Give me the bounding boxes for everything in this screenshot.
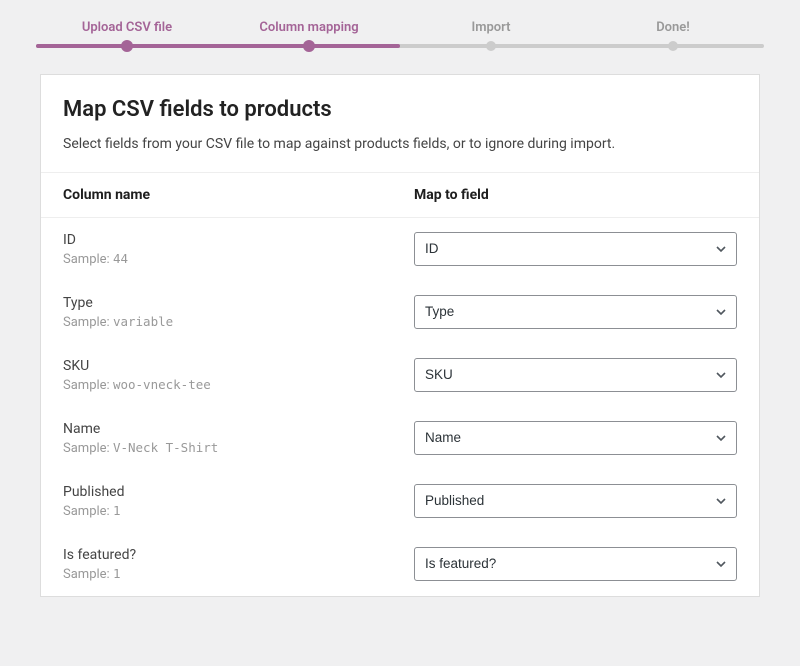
- csv-column-sample: Sample: 1: [63, 503, 414, 519]
- map-to-field-select[interactable]: Published: [414, 484, 737, 518]
- progress-step-node: [486, 41, 496, 51]
- map-to-field-select[interactable]: Name: [414, 421, 737, 455]
- map-to-field-select[interactable]: ID: [414, 232, 737, 266]
- column-header-name: Column name: [63, 187, 414, 203]
- progress-step-node: [303, 40, 315, 52]
- page-title: Map CSV fields to products: [63, 97, 737, 122]
- mapping-row: IDSample: 44ID: [41, 218, 759, 281]
- mapping-card: Map CSV fields to products Select fields…: [40, 74, 760, 597]
- csv-column-sample: Sample: 1: [63, 566, 414, 582]
- column-header-map: Map to field: [414, 187, 737, 203]
- csv-column-name: Name: [63, 421, 414, 437]
- column-headers: Column name Map to field: [41, 173, 759, 218]
- csv-column-sample: Sample: variable: [63, 314, 414, 330]
- progress-step-node: [668, 41, 678, 51]
- csv-column-name: Type: [63, 295, 414, 311]
- mapping-row: SKUSample: woo-vneck-teeSKU: [41, 344, 759, 407]
- mapping-row: Is featured?Sample: 1Is featured?: [41, 533, 759, 596]
- progress-stepper: Upload CSV fileColumn mappingImportDone!: [36, 0, 764, 56]
- mapping-row: PublishedSample: 1Published: [41, 470, 759, 533]
- page-description: Select fields from your CSV file to map …: [63, 136, 737, 152]
- mapping-row: NameSample: V-Neck T-ShirtName: [41, 407, 759, 470]
- csv-column-name: Published: [63, 484, 414, 500]
- map-to-field-select[interactable]: Type: [414, 295, 737, 329]
- map-to-field-select[interactable]: Is featured?: [414, 547, 737, 581]
- csv-column-name: ID: [63, 232, 414, 248]
- csv-column-sample: Sample: woo-vneck-tee: [63, 377, 414, 393]
- mapping-row: TypeSample: variableType: [41, 281, 759, 344]
- csv-column-sample: Sample: V-Neck T-Shirt: [63, 440, 414, 456]
- csv-column-name: SKU: [63, 358, 414, 374]
- csv-column-name: Is featured?: [63, 547, 414, 563]
- map-to-field-select[interactable]: SKU: [414, 358, 737, 392]
- progress-step-node: [121, 40, 133, 52]
- csv-column-sample: Sample: 44: [63, 251, 414, 267]
